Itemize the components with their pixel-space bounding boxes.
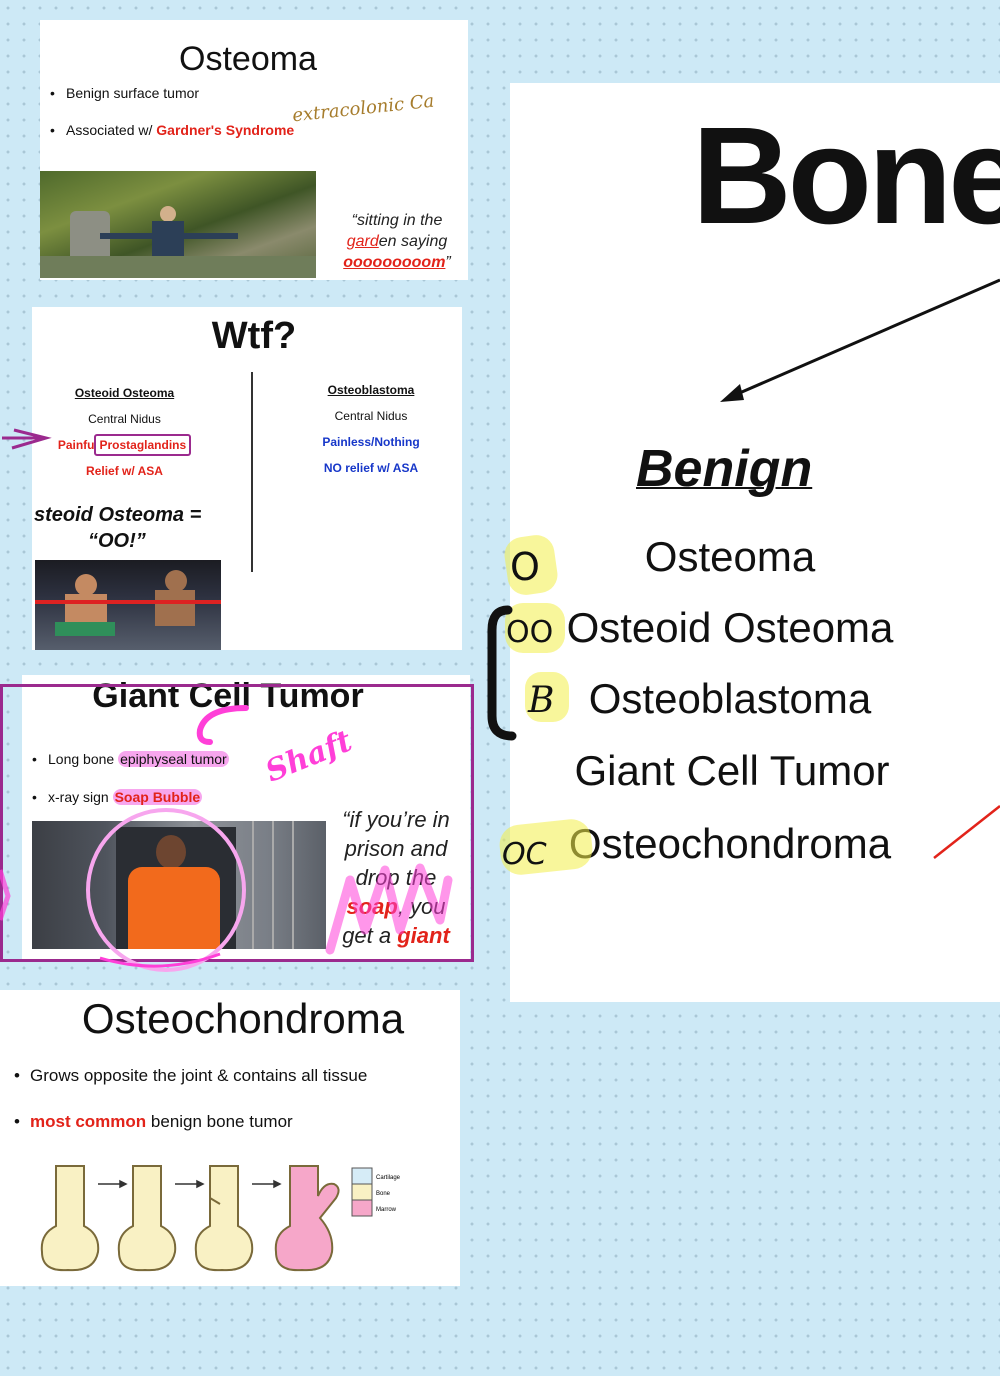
benign-item-osteoma: Osteoma bbox=[644, 533, 816, 580]
wtf-comparison-slide[interactable]: Wtf? Osteoid Osteoma Central Nidus Painf… bbox=[32, 307, 462, 650]
legend-bone: Bone bbox=[376, 1191, 391, 1197]
bone-growth-diagram: Cartilage Bone Marrow bbox=[40, 1165, 401, 1272]
legend-cartilage: Cartilage bbox=[376, 1175, 401, 1181]
legend-marrow: Marrow bbox=[376, 1207, 397, 1213]
benign-item-giant-cell-tumor: Giant Cell Tumor bbox=[574, 747, 890, 794]
panel-title: Bone bbox=[692, 99, 1000, 253]
slide-title: Osteochondroma bbox=[81, 995, 405, 1042]
bullet-item: most common benign bone tumor bbox=[14, 1112, 293, 1132]
bullet-item: Associated w/ Gardner's Syndrome bbox=[50, 122, 295, 138]
bullet-item: Benign surface tumor bbox=[50, 85, 200, 101]
benign-item-osteoid-osteoma: Osteoid Osteoma bbox=[566, 604, 894, 651]
handwritten-annotation: extracolonic Ca bbox=[291, 90, 436, 127]
selection-box[interactable] bbox=[0, 684, 474, 962]
fighters-photo bbox=[35, 560, 221, 650]
bullet-text: benign bone tumor bbox=[146, 1112, 293, 1131]
bracket-mark bbox=[487, 605, 517, 741]
benign-heading: Benign bbox=[636, 440, 813, 498]
osteoid-osteoma-column: Osteoid Osteoma Central Nidus Painfu Pros… bbox=[52, 380, 197, 484]
bullet-item: Grows opposite the joint & contains all … bbox=[14, 1066, 368, 1086]
osteoblastoma-column: Osteoblastoma Central Nidus Painless/Not… bbox=[322, 383, 420, 475]
slide-title: Wtf? bbox=[211, 315, 297, 357]
bullet-text: Benign surface tumor bbox=[66, 85, 200, 101]
mnemonic-text: steoid Osteoma = “OO!” bbox=[34, 504, 202, 552]
gardners-syndrome-label: Gardner's Syndrome bbox=[156, 122, 295, 138]
osteochondroma-diagram: Cartilage Bone Marrow bbox=[38, 1156, 410, 1276]
bullet-text: Associated w/ bbox=[66, 122, 157, 138]
most-common-label: most common bbox=[30, 1112, 147, 1131]
garden-photo bbox=[40, 171, 316, 278]
osteochondroma-slide[interactable]: Osteochondroma Grows opposite the joint … bbox=[0, 990, 460, 1286]
prostaglandins-box: Prostaglandins bbox=[94, 434, 192, 456]
column-divider bbox=[251, 372, 253, 572]
osteoma-quote: “sitting in the garden saying ooooooooom… bbox=[343, 212, 451, 271]
osteoma-slide[interactable]: Osteoma Benign surface tumor Associated … bbox=[40, 20, 468, 280]
bone-tumor-overview-panel[interactable]: Bone Benign Osteoma Osteoid Osteoma Oste… bbox=[510, 83, 1000, 1002]
slide-title: Osteoma bbox=[179, 40, 317, 78]
bullet-text: Grows opposite the joint & contains all … bbox=[30, 1066, 368, 1085]
benign-item-osteochondroma: Osteochondroma bbox=[568, 820, 892, 867]
benign-item-osteoblastoma: Osteoblastoma bbox=[588, 675, 872, 722]
